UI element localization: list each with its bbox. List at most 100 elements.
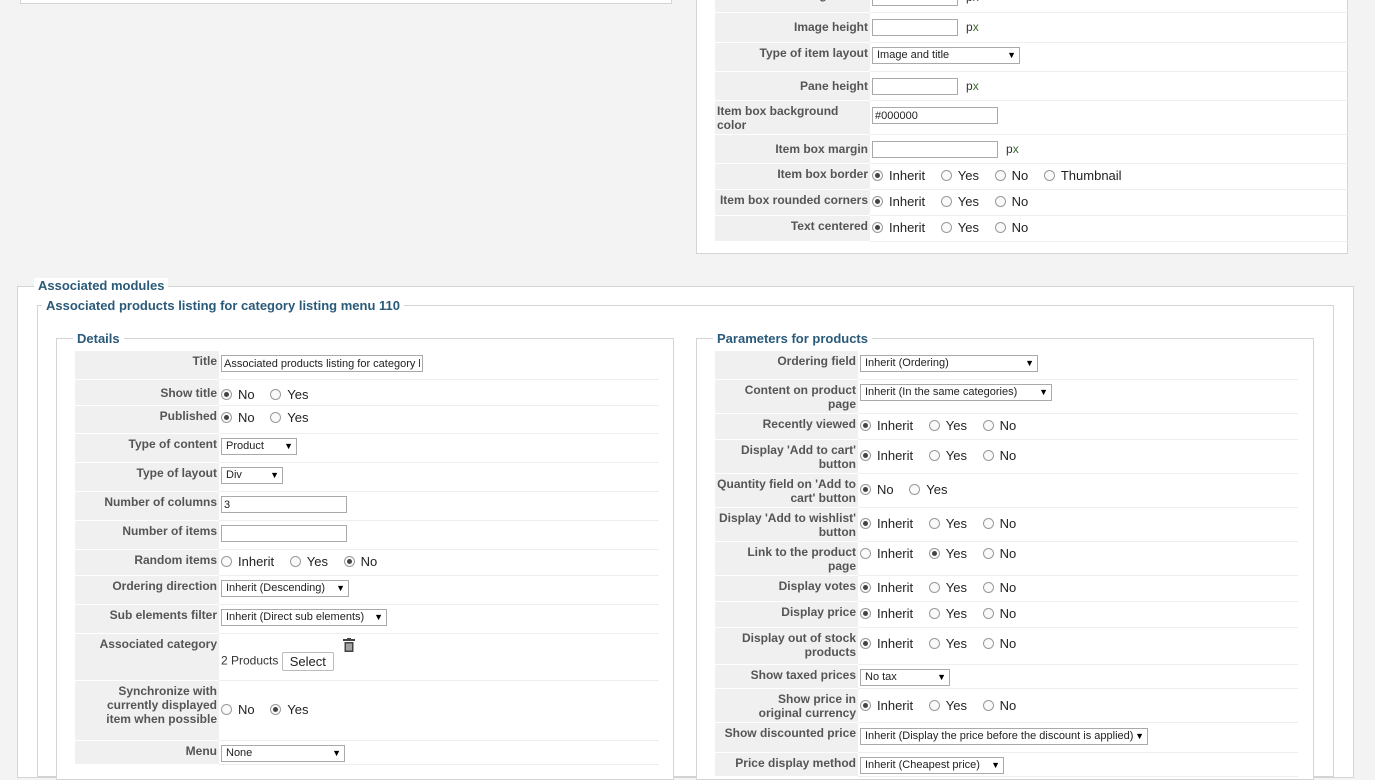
radio-yes[interactable] <box>270 704 282 715</box>
radio-no[interactable] <box>982 420 994 431</box>
chevron-down-icon: ▼ <box>284 441 293 451</box>
radio-no[interactable] <box>343 556 355 567</box>
title-input[interactable] <box>221 355 423 372</box>
radio-no[interactable] <box>982 450 994 461</box>
listing-legend: Associated products listing for category… <box>42 298 404 313</box>
ordering-direction-select[interactable]: Inherit (Descending) ▼ <box>221 580 349 597</box>
radio-inherit[interactable] <box>860 608 871 619</box>
ordering-field-select[interactable]: Inherit (Ordering) ▼ <box>860 355 1038 372</box>
param-label: Link to the product page <box>715 542 858 576</box>
radio-no[interactable] <box>982 582 994 593</box>
published-radio-group: No Yes <box>221 410 320 426</box>
radio-no[interactable] <box>994 196 1006 207</box>
radio-no[interactable] <box>982 608 994 619</box>
parameters-params: Ordering field Inherit (Ordering) ▼ Conte… <box>715 351 1298 777</box>
associated-modules-legend: Associated modules <box>34 278 169 293</box>
param-label: Display votes <box>715 576 858 602</box>
item-border-radio-group: Inherit Yes No Thumbnail <box>872 168 1134 184</box>
chevron-down-icon: ▼ <box>1025 358 1034 368</box>
radio-no[interactable] <box>221 704 232 715</box>
radio-inherit[interactable] <box>860 700 871 711</box>
type-content-select[interactable]: Product ▼ <box>221 438 297 455</box>
radio-inherit[interactable] <box>872 222 883 233</box>
radio-yes[interactable] <box>909 484 921 495</box>
param-row-add-to-wishlist: Display 'Add to wishlist' button Inherit… <box>715 508 1298 542</box>
radio-yes[interactable] <box>928 608 940 619</box>
radio-inherit[interactable] <box>860 450 871 461</box>
radio-no[interactable] <box>994 222 1006 233</box>
radio-no[interactable] <box>860 484 871 495</box>
num-items-input[interactable] <box>221 525 347 542</box>
select-category-button[interactable]: Select <box>281 652 334 671</box>
details-row-show-title: Show title No Yes <box>75 380 659 406</box>
radio-no[interactable] <box>982 700 994 711</box>
details-row-type-content: Type of content Product ▼ <box>75 434 659 463</box>
param-row-display-price: Display price Inherit Yes No <box>715 602 1298 628</box>
quantity-field-radio-group: No Yes <box>860 482 959 498</box>
image-height-input[interactable] <box>872 19 958 36</box>
display-price-radio-group: Inherit Yes No <box>860 606 1028 622</box>
chevron-down-icon: ▼ <box>336 583 345 593</box>
radio-yes[interactable] <box>928 548 940 559</box>
param-label: Item box border <box>715 164 870 190</box>
radio-inherit[interactable] <box>860 548 871 559</box>
param-label: Type of item layout <box>715 43 870 72</box>
radio-yes[interactable] <box>928 450 940 461</box>
price-display-method-select[interactable]: Inherit (Cheapest price) ▼ <box>860 757 1004 774</box>
trash-icon[interactable] <box>343 638 356 655</box>
param-row-pane-height: Pane height px <box>715 72 1350 101</box>
param-row-item-layout: Type of item layout Image and title ▼ <box>715 43 1350 72</box>
radio-no[interactable] <box>221 412 232 423</box>
image-width-input[interactable] <box>872 0 958 6</box>
radio-no[interactable] <box>982 548 994 559</box>
link-product-page-radio-group: Inherit Yes No <box>860 546 1028 562</box>
discounted-price-select[interactable]: Inherit (Display the price before the di… <box>860 728 1148 745</box>
radio-yes[interactable] <box>940 222 952 233</box>
radio-inherit[interactable] <box>860 582 871 593</box>
bg-color-input[interactable] <box>872 107 998 124</box>
param-label: Ordering direction <box>75 576 219 605</box>
item-layout-select[interactable]: Image and title ▼ <box>872 47 1020 64</box>
radio-yes[interactable] <box>928 518 940 529</box>
param-row-out-of-stock: Display out of stock products Inherit Ye… <box>715 628 1298 665</box>
radio-inherit[interactable] <box>860 638 871 649</box>
radio-no[interactable] <box>982 638 994 649</box>
radio-yes[interactable] <box>940 170 952 181</box>
pane-height-input[interactable] <box>872 78 958 95</box>
radio-thumbnail[interactable] <box>1043 170 1055 181</box>
radio-yes[interactable] <box>928 700 940 711</box>
param-row-link-product-page: Link to the product page Inherit Yes No <box>715 542 1298 576</box>
radio-no[interactable] <box>994 170 1006 181</box>
radio-no[interactable] <box>221 389 232 400</box>
category-count: 2 Products <box>221 653 279 668</box>
content-product-page-select[interactable]: Inherit (In the same categories) ▼ <box>860 384 1052 401</box>
radio-inherit[interactable] <box>860 518 871 529</box>
px-unit: px <box>966 78 979 93</box>
radio-yes[interactable] <box>928 638 940 649</box>
type-layout-select[interactable]: Div ▼ <box>221 467 283 484</box>
radio-inherit[interactable] <box>872 196 883 207</box>
sub-elements-select[interactable]: Inherit (Direct sub elements) ▼ <box>221 609 387 626</box>
synchronize-radio-group: No Yes <box>221 702 320 718</box>
details-row-sub-elements: Sub elements filter Inherit (Direct sub … <box>75 605 659 634</box>
radio-yes[interactable] <box>928 582 940 593</box>
text-centered-radio-group: Inherit Yes No <box>872 220 1040 236</box>
radio-inherit[interactable] <box>860 420 871 431</box>
radio-yes[interactable] <box>270 389 282 400</box>
menu-select[interactable]: None ▼ <box>221 745 345 762</box>
chevron-down-icon: ▼ <box>1007 50 1016 60</box>
num-columns-input[interactable] <box>221 496 347 513</box>
radio-no[interactable] <box>982 518 994 529</box>
taxed-prices-select[interactable]: No tax ▼ <box>860 669 950 686</box>
radio-yes[interactable] <box>289 556 301 567</box>
radio-inherit[interactable] <box>221 556 232 567</box>
radio-yes[interactable] <box>928 420 940 431</box>
radio-yes[interactable] <box>270 412 282 423</box>
param-label: Display out of stock products <box>715 628 858 665</box>
random-items-radio-group: Inherit Yes No <box>221 554 389 570</box>
add-to-cart-radio-group: Inherit Yes No <box>860 448 1028 464</box>
item-margin-input[interactable] <box>872 141 998 158</box>
radio-yes[interactable] <box>940 196 952 207</box>
param-label: Menu <box>75 741 219 765</box>
radio-inherit[interactable] <box>872 170 883 181</box>
